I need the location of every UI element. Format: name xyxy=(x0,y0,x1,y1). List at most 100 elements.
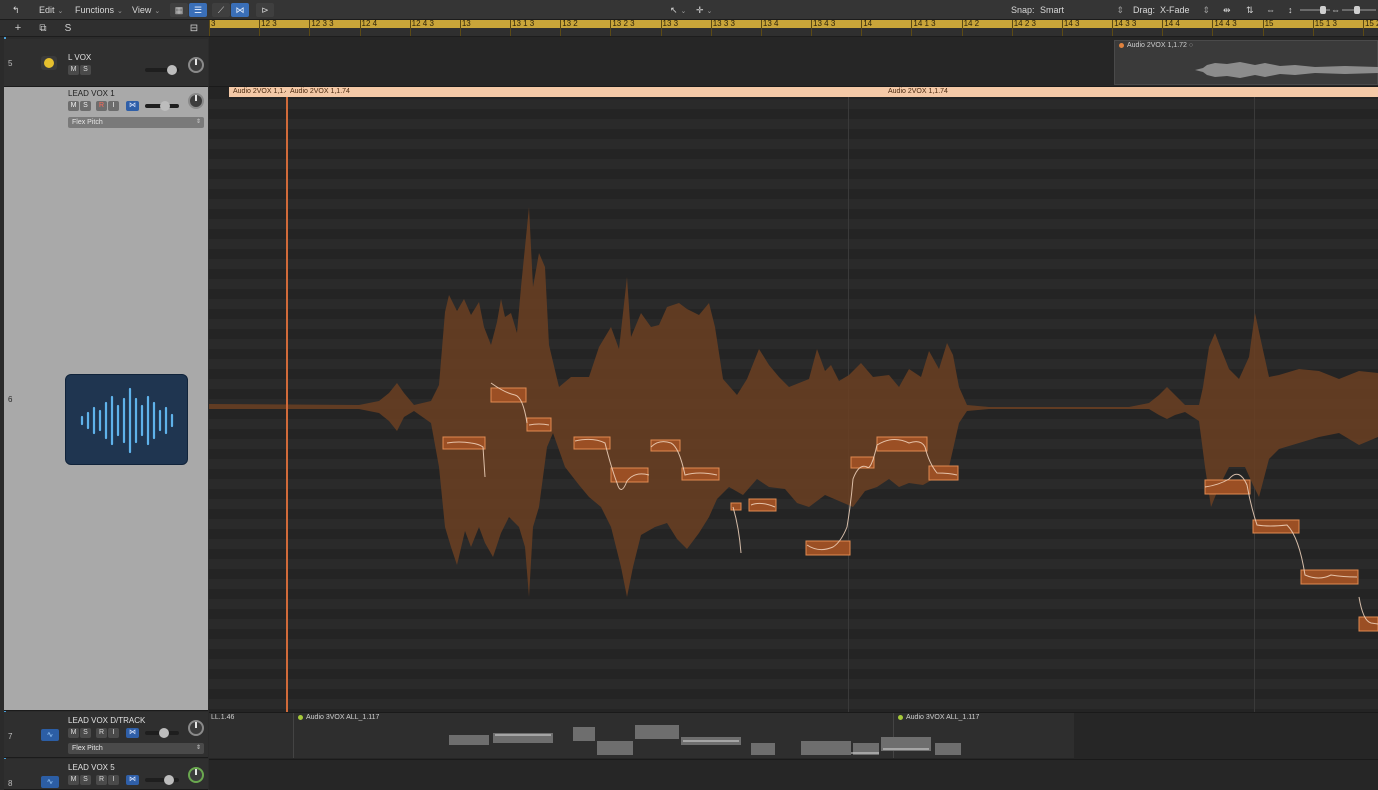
waveform-icon: ∿ xyxy=(41,729,59,741)
list-view-icon[interactable]: ☰ xyxy=(189,3,207,17)
track-header-5[interactable]: 5 L VOX M S xyxy=(4,39,208,87)
volume-fader-knob[interactable] xyxy=(164,775,174,785)
ruler-tick-label: 12 3 xyxy=(261,20,277,28)
record-enable-button[interactable]: R xyxy=(96,775,107,785)
back-button[interactable]: ↰ xyxy=(12,3,20,17)
track-lane-6[interactable]: Audio 2VOX 1,1.4 Audio 2VOX 1,1.74 Audio… xyxy=(209,87,1378,712)
flex-mode-select[interactable]: Flex Pitch ⇕ xyxy=(68,743,204,754)
solo-mode-button[interactable]: S xyxy=(60,21,76,36)
region-name: Audio 2VOX 1,1.72 ○ xyxy=(1119,42,1193,49)
edit-menu-label: Edit xyxy=(39,5,55,15)
track-header-6[interactable]: 6 LEAD VOX 1 M S R I ⋈ Flex Pitch ⇕ xyxy=(4,87,208,711)
collapse-icon[interactable]: ⊟ xyxy=(186,21,202,36)
flex-pitch-editor[interactable] xyxy=(209,87,1378,712)
ruler-tick xyxy=(1212,20,1214,36)
waveform xyxy=(209,207,1378,597)
audio-region[interactable]: Audio 2VOX 1,1.72 ○ xyxy=(1114,40,1378,85)
playhead-line xyxy=(286,97,288,712)
volume-fader-knob[interactable] xyxy=(167,65,177,75)
tracks-area[interactable]: Audio 2VOX 1,1.72 ○ Audio 2VOX 1,1.4 Aud… xyxy=(209,37,1378,790)
ruler-tick-label: 13 3 3 xyxy=(712,20,735,28)
solo-button[interactable]: S xyxy=(80,728,91,738)
horizontal-zoom-icon[interactable]: ⇔ xyxy=(1331,3,1340,17)
vertical-fit-icon[interactable]: ⇅ xyxy=(1246,3,1254,17)
record-enable-button[interactable]: R xyxy=(96,728,107,738)
snap-label: Snap: xyxy=(1011,5,1035,15)
input-monitor-button[interactable]: I xyxy=(108,775,119,785)
slider-thumb[interactable] xyxy=(1354,6,1360,14)
ruler-tick-label: 13 1 3 xyxy=(512,20,535,28)
waveform-icon: ∿ xyxy=(41,776,59,788)
mute-button[interactable]: M xyxy=(68,728,79,738)
flex-icon[interactable]: ⋈ xyxy=(231,3,249,17)
record-enable-button[interactable]: R xyxy=(96,101,107,111)
functions-menu[interactable]: Functions ⌄ xyxy=(75,3,123,17)
mute-button[interactable]: M xyxy=(68,775,79,785)
pan-knob[interactable] xyxy=(188,720,204,736)
duplicate-track-button[interactable]: ⧉ xyxy=(35,21,51,36)
input-monitor-button[interactable]: I xyxy=(108,101,119,111)
view-menu[interactable]: View ⌄ xyxy=(132,3,160,17)
track-header-7[interactable]: 7 ∿ LEAD VOX D/TRACK M S R I ⋈ Flex Pitc… xyxy=(4,712,208,758)
flex-icon[interactable]: ⋈ xyxy=(126,728,139,738)
volume-fader-knob[interactable] xyxy=(160,101,170,111)
grid-view-icon[interactable]: ▦ xyxy=(170,3,188,17)
track-name: LEAD VOX D/TRACK xyxy=(68,716,146,725)
ruler-tick xyxy=(1362,20,1364,36)
drag-label: Drag: xyxy=(1133,5,1156,15)
chevron-down-icon: ⌄ xyxy=(154,8,161,15)
vertical-zoom-slider[interactable] xyxy=(1300,6,1330,14)
ruler-tick xyxy=(961,20,963,36)
solo-button[interactable]: S xyxy=(80,775,91,785)
mute-button[interactable]: M xyxy=(68,101,79,111)
ruler-tick xyxy=(911,20,913,36)
power-icon xyxy=(44,58,54,68)
ruler-tick xyxy=(1312,20,1314,36)
track-lane-8[interactable] xyxy=(209,759,1378,790)
solo-button[interactable]: S xyxy=(80,65,91,75)
automation-icon[interactable]: ⟋ xyxy=(212,3,230,17)
snap-select[interactable]: Smart ⇕ xyxy=(1040,3,1126,17)
pitch-note xyxy=(1204,479,1251,495)
editor-toolbar: ↰ Edit ⌄ Functions ⌄ View ⌄ ▦ ☰ ⟋ ⋈ ⊳ ↖ ⌄ ✛ ⌄… xyxy=(0,0,1378,20)
horizontal-fit-icon[interactable]: ⇔ xyxy=(1266,3,1275,17)
region-waveform xyxy=(1115,62,1378,78)
chevron-down-icon: ⌄ xyxy=(117,8,123,15)
cycle-area[interactable] xyxy=(209,20,1378,28)
pan-knob[interactable] xyxy=(188,767,204,783)
ruler-tick xyxy=(560,20,562,36)
secondary-tool-icon[interactable]: ✛ ⌄ xyxy=(696,3,712,17)
pitch-note xyxy=(730,502,742,511)
input-monitor-button[interactable]: I xyxy=(108,728,119,738)
mute-button[interactable]: M xyxy=(68,65,79,75)
pitch-note xyxy=(876,436,928,452)
bar-ruler[interactable]: 3 12 3 12 3 3 12 4 12 4 3 13 13 1 3 13 2 13 2 3 1… xyxy=(209,20,1378,37)
drag-select[interactable]: X-Fade ⇕ xyxy=(1160,3,1212,17)
horizontal-zoom-slider[interactable] xyxy=(1342,6,1376,14)
loop-icon: ○ xyxy=(1188,42,1194,49)
solo-button[interactable]: S xyxy=(80,101,91,111)
ruler-tick-label: 13 xyxy=(461,20,471,28)
pitch-tool-icon[interactable]: ⊳ xyxy=(256,3,274,17)
pan-knob[interactable] xyxy=(188,93,204,109)
volume-fader-knob[interactable] xyxy=(159,728,169,738)
track-lane-7[interactable]: LL.1.46 Audio 3VOX ALL_1.117 Audio 3VOX … xyxy=(209,712,1378,759)
waveform-zoom-icon[interactable]: ⇹ xyxy=(1223,3,1231,17)
track-header-8[interactable]: 8 ∿ LEAD VOX 5 M S R I ⋈ xyxy=(4,759,208,790)
flex-icon[interactable]: ⋈ xyxy=(126,101,139,111)
pitch-note xyxy=(748,498,777,512)
add-track-button[interactable]: + xyxy=(10,21,26,36)
track-lane-5[interactable]: Audio 2VOX 1,1.72 ○ xyxy=(209,37,1378,87)
flex-mode-select[interactable]: Flex Pitch ⇕ xyxy=(68,117,204,128)
chevron-down-icon: ⌄ xyxy=(57,8,64,15)
ruler-tick xyxy=(710,20,712,36)
vertical-zoom-icon[interactable]: ↕ xyxy=(1288,3,1293,17)
pan-knob[interactable] xyxy=(188,57,204,73)
edit-menu[interactable]: Edit ⌄ xyxy=(39,3,63,17)
ruler-tick xyxy=(209,20,210,36)
slider-thumb[interactable] xyxy=(1320,6,1326,14)
ruler-tick-label: 13 2 xyxy=(562,20,578,28)
ruler-tick-label: 14 2 3 xyxy=(1013,20,1036,28)
pointer-tool-icon[interactable]: ↖ ⌄ xyxy=(670,3,686,17)
flex-icon[interactable]: ⋈ xyxy=(126,775,139,785)
